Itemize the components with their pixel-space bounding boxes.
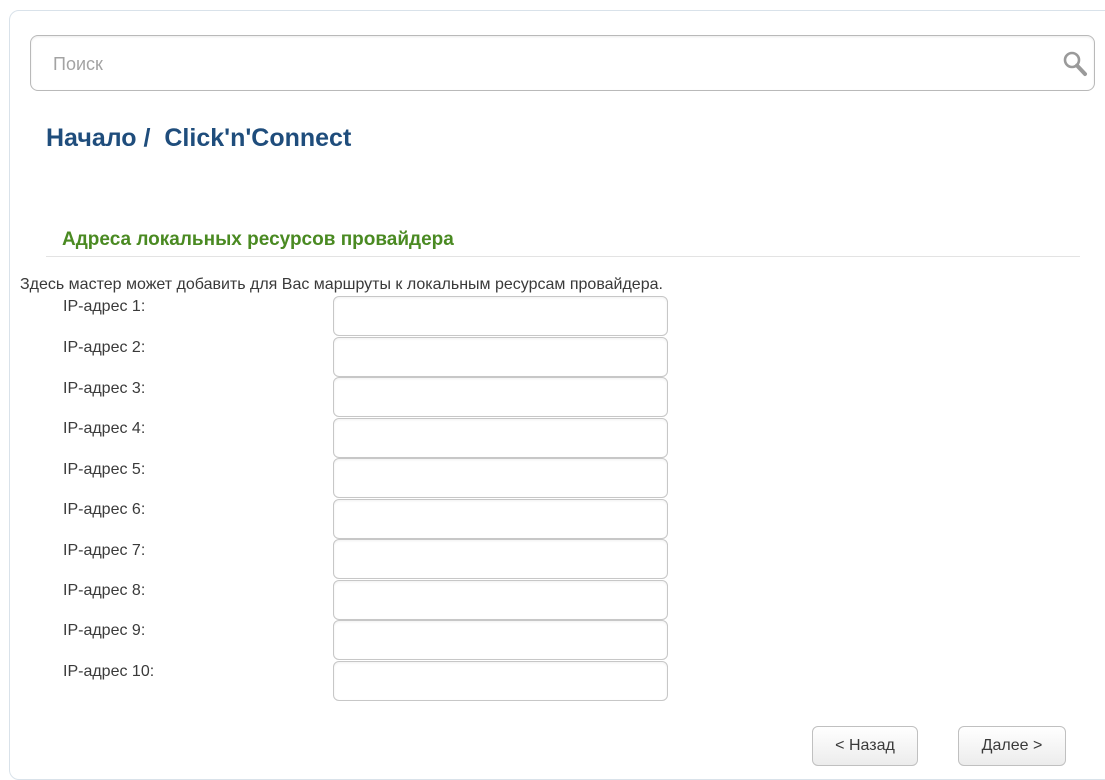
- section-divider: [46, 256, 1080, 257]
- breadcrumb-separator: /: [136, 124, 165, 152]
- ip-address-2-label: IP-адрес 2:: [63, 339, 146, 356]
- ip-address-4-field[interactable]: [333, 418, 668, 458]
- ip-address-1-field[interactable]: [333, 296, 668, 336]
- search-bar[interactable]: [30, 35, 1095, 91]
- next-button[interactable]: Далее >: [958, 726, 1066, 766]
- back-button[interactable]: < Назад: [812, 726, 918, 766]
- ip-address-3-label: IP-адрес 3:: [63, 380, 146, 397]
- ip-address-9-label: IP-адрес 9:: [63, 622, 146, 639]
- ip-address-2-field[interactable]: [333, 337, 668, 377]
- breadcrumb-current: Click'n'Connect: [164, 124, 352, 152]
- section-description: Здесь мастер может добавить для Вас марш…: [20, 276, 663, 293]
- ip-address-8-label: IP-адрес 8:: [63, 582, 146, 599]
- ip-address-1-label: IP-адрес 1:: [63, 298, 146, 315]
- breadcrumb: Начало / Click'n'Connect: [46, 124, 351, 153]
- ip-address-7-label: IP-адрес 7:: [63, 542, 146, 559]
- ip-address-5-label: IP-адрес 5:: [63, 461, 146, 478]
- ip-address-6-field[interactable]: [333, 499, 668, 539]
- ip-address-5-field[interactable]: [333, 458, 668, 498]
- search-icon[interactable]: [1061, 50, 1089, 78]
- search-input[interactable]: [53, 50, 1013, 78]
- ip-address-8-field[interactable]: [333, 580, 668, 620]
- ip-address-3-field[interactable]: [333, 377, 668, 417]
- section-title: Адреса локальных ресурсов провайдера: [62, 229, 454, 250]
- breadcrumb-root[interactable]: Начало: [46, 124, 137, 152]
- ip-address-9-field[interactable]: [333, 620, 668, 660]
- ip-address-6-label: IP-адрес 6:: [63, 501, 146, 518]
- ip-address-10-field[interactable]: [333, 661, 668, 701]
- ip-address-7-field[interactable]: [333, 539, 668, 579]
- ip-address-4-label: IP-адрес 4:: [63, 420, 146, 437]
- ip-address-10-label: IP-адрес 10:: [63, 663, 155, 680]
